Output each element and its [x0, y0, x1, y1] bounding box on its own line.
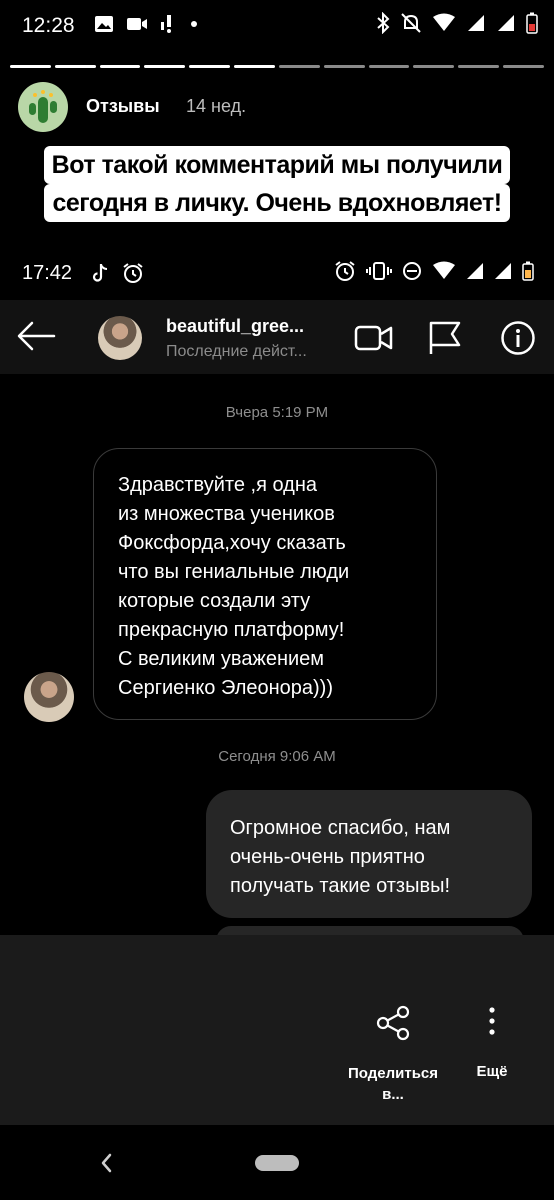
- story-progress-segment: [458, 65, 500, 68]
- screenshot-system-icons: [334, 260, 534, 282]
- message-line: Огромное спасибо, нам: [230, 817, 451, 839]
- story-progress-segment: [413, 65, 455, 68]
- status-time: 12:28: [22, 14, 75, 37]
- story-progress-segment: [99, 65, 141, 68]
- signal-icon: [468, 15, 484, 31]
- video-icon: [127, 18, 147, 30]
- story-progress-segment: [54, 65, 96, 68]
- story-progress: [10, 65, 544, 68]
- story-action-sheet: [0, 935, 554, 1125]
- story-progress-segment: [144, 65, 186, 68]
- share-label-line: в...: [382, 1086, 404, 1103]
- bluetooth-icon: [377, 12, 390, 34]
- message-line: получать такие отзывы!: [230, 875, 451, 897]
- message-line: прекрасную платформу!: [118, 619, 345, 641]
- story-progress-segment: [278, 65, 320, 68]
- outgoing-message-bubble[interactable]: Огромное спасибо, нам очень-очень приятн…: [206, 790, 532, 918]
- mute-icon: [401, 13, 421, 33]
- alarm-icon: [335, 261, 355, 281]
- alert-icon: [161, 15, 171, 33]
- incoming-message-bubble[interactable]: Здравствуйте ,я одна из множества ученик…: [93, 448, 437, 720]
- story-progress-segment: [234, 65, 275, 68]
- status-system-icons: [376, 12, 538, 34]
- screenshot-status-time: 17:42: [22, 262, 73, 284]
- dnd-icon: [403, 262, 421, 280]
- status-notification-icons: [94, 14, 198, 34]
- share-icon[interactable]: [374, 1004, 412, 1042]
- story-caption: Вот такой комментарий мы получили сегодн…: [0, 146, 554, 222]
- cactus-logo-icon: [29, 90, 57, 123]
- message-line: Фоксфорда,хочу сказать: [118, 532, 346, 554]
- dot-icon: [191, 21, 197, 27]
- message-timestamp: Сегодня 9:06 AM: [218, 748, 336, 765]
- more-vertical-icon[interactable]: [484, 1006, 500, 1038]
- story-posted-time: 14 нед.: [186, 96, 247, 116]
- more-button-label[interactable]: Ещё: [462, 1063, 522, 1080]
- flag-icon[interactable]: [428, 320, 462, 356]
- share-label-line: Поделиться: [347, 1065, 439, 1082]
- battery-icon: [526, 12, 538, 34]
- caption-line: Вот такой комментарий мы получили: [43, 146, 511, 184]
- info-icon[interactable]: [500, 320, 536, 356]
- nav-home-pill[interactable]: [255, 1155, 299, 1171]
- caption-line: сегодня в личку. Очень вдохновляет!: [44, 184, 510, 222]
- story-progress-segment: [323, 65, 365, 68]
- message-line: Сергиенко Элеонора))): [118, 677, 333, 699]
- signal-roaming-icon: [495, 263, 511, 279]
- chat-header: [0, 300, 554, 374]
- back-arrow-icon[interactable]: [16, 318, 56, 354]
- share-button-label[interactable]: Поделиться в...: [338, 1063, 448, 1105]
- message-line: которые создали эту: [118, 590, 311, 612]
- message-line: что вы гениальные люди: [118, 561, 350, 583]
- message-line: С великим уважением: [118, 648, 325, 670]
- story-author-name[interactable]: Отзывы: [86, 96, 160, 117]
- chat-avatar[interactable]: [98, 316, 142, 360]
- story-author-avatar[interactable]: [18, 82, 68, 132]
- story-progress-segment: [189, 65, 231, 68]
- tiktok-icon: [92, 264, 108, 282]
- message-line: из множества учеников: [118, 503, 335, 525]
- signal-roaming-icon: [498, 15, 514, 31]
- message-line: очень-очень приятно: [230, 846, 425, 868]
- sender-avatar[interactable]: [24, 672, 74, 722]
- story-progress-segment: [10, 65, 51, 68]
- nav-back-icon[interactable]: [96, 1150, 116, 1176]
- signal-icon: [467, 263, 483, 279]
- story-progress-segment: [503, 65, 544, 68]
- alarm-icon: [123, 263, 143, 283]
- message-timestamp: Вчера 5:19 PM: [225, 404, 329, 421]
- wifi-icon: [433, 13, 455, 31]
- message-line: Здравствуйте ,я одна: [118, 474, 317, 496]
- wifi-icon: [433, 261, 455, 279]
- chat-username[interactable]: beautiful_gree...: [166, 316, 304, 337]
- screenshot-notification-icons: [92, 262, 144, 284]
- chat-activity-status: Последние дейст...: [166, 343, 307, 360]
- story-progress-segment: [368, 65, 410, 68]
- vibrate-icon: [366, 262, 392, 280]
- gallery-icon: [95, 16, 113, 32]
- video-call-icon[interactable]: [354, 322, 394, 354]
- battery-icon: [522, 261, 534, 281]
